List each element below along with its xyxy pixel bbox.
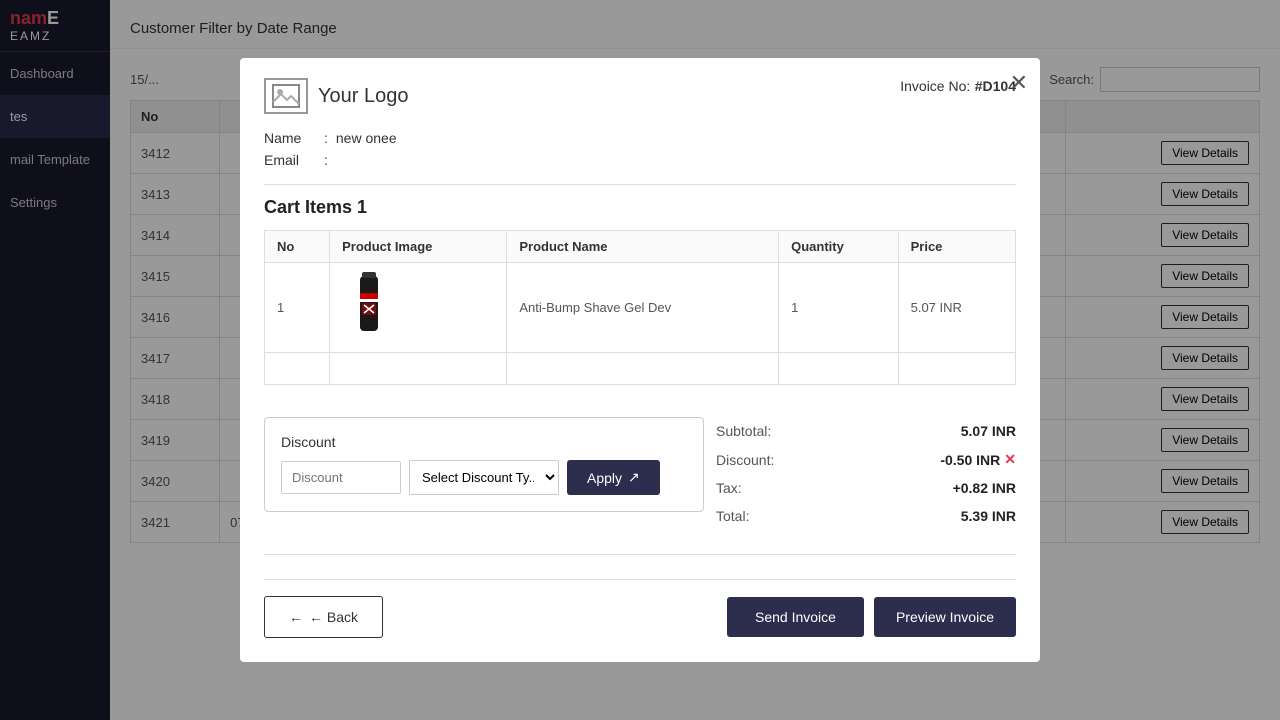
send-invoice-button[interactable]: Send Invoice xyxy=(727,597,864,637)
discount-label: Discount: xyxy=(716,452,774,468)
cart-col-qty: Quantity xyxy=(779,231,899,263)
apply-button[interactable]: Apply ↗ xyxy=(567,460,660,495)
cart-col-price: Price xyxy=(898,231,1015,263)
tax-value: +0.82 INR xyxy=(953,480,1016,496)
modal-footer: ← ← Back Send Invoice Preview Invoice xyxy=(264,579,1016,638)
invoice-modal: ✕ Your Logo Invoice No: #D104 Name : new… xyxy=(240,58,1040,662)
customer-info: Name : new onee Email : xyxy=(264,130,1016,168)
invoice-no-area: Invoice No: #D104 xyxy=(900,78,1016,96)
back-label: ← Back xyxy=(309,609,358,625)
name-label: Name xyxy=(264,130,324,146)
discount-section-title: Discount xyxy=(281,434,687,450)
image-icon xyxy=(272,84,300,108)
cart-items-title: Cart Items 1 xyxy=(264,197,1016,218)
subtotal-label: Subtotal: xyxy=(716,423,771,439)
logo-area: Your Logo xyxy=(264,78,408,114)
tax-label: Tax: xyxy=(716,480,742,496)
logo-name: Your Logo xyxy=(318,85,408,108)
discount-section: Discount Select Discount Ty... Percentag… xyxy=(264,417,704,512)
modal-header: Your Logo Invoice No: #D104 xyxy=(264,78,1016,114)
product-image xyxy=(342,271,397,341)
discount-type-select[interactable]: Select Discount Ty... Percentage Flat xyxy=(409,460,559,495)
cart-col-image: Product Image xyxy=(330,231,507,263)
cart-item-quantity: 1 xyxy=(779,263,899,353)
discount-totals-row: Discount Select Discount Ty... Percentag… xyxy=(264,401,1016,530)
email-row: Email : xyxy=(264,152,1016,168)
invoice-no-label: Invoice No: xyxy=(900,78,970,94)
name-value: new onee xyxy=(336,130,397,146)
totals-section: Subtotal: 5.07 INR Discount: -0.50 INR ✕… xyxy=(716,417,1016,530)
discount-value-area: -0.50 INR ✕ xyxy=(940,451,1016,468)
logo-icon xyxy=(264,78,308,114)
total-row: Total: 5.39 INR xyxy=(716,502,1016,530)
name-row: Name : new onee xyxy=(264,130,1016,146)
divider-2 xyxy=(264,554,1016,555)
cart-item-image-cell xyxy=(330,263,507,353)
total-value: 5.39 INR xyxy=(961,508,1016,524)
discount-inputs: Select Discount Ty... Percentage Flat Ap… xyxy=(281,460,687,495)
cart-row-empty xyxy=(265,353,1016,385)
apply-label: Apply xyxy=(587,470,622,486)
tax-row: Tax: +0.82 INR xyxy=(716,474,1016,502)
cart-row: 1 xyxy=(265,263,1016,353)
back-arrow-icon: ← xyxy=(289,609,303,625)
cart-item-product-name: Anti-Bump Shave Gel Dev xyxy=(507,263,779,353)
footer-right-buttons: Send Invoice Preview Invoice xyxy=(727,597,1016,637)
cart-col-no: No xyxy=(265,231,330,263)
apply-icon: ↗ xyxy=(628,469,640,486)
email-label: Email xyxy=(264,152,324,168)
discount-value: -0.50 INR xyxy=(940,452,1000,468)
subtotal-row: Subtotal: 5.07 INR xyxy=(716,417,1016,445)
total-label: Total: xyxy=(716,508,749,524)
discount-input[interactable] xyxy=(281,461,401,494)
cart-item-no: 1 xyxy=(265,263,330,353)
subtotal-value: 5.07 INR xyxy=(961,423,1016,439)
discount-remove-button[interactable]: ✕ xyxy=(1004,451,1016,468)
discount-row: Discount: -0.50 INR ✕ xyxy=(716,445,1016,474)
divider-1 xyxy=(264,184,1016,185)
cart-col-name: Product Name xyxy=(507,231,779,263)
back-button[interactable]: ← ← Back xyxy=(264,596,383,638)
preview-invoice-button[interactable]: Preview Invoice xyxy=(874,597,1016,637)
cart-item-price: 5.07 INR xyxy=(898,263,1015,353)
cart-table: No Product Image Product Name Quantity P… xyxy=(264,230,1016,385)
close-button[interactable]: ✕ xyxy=(1010,70,1028,96)
